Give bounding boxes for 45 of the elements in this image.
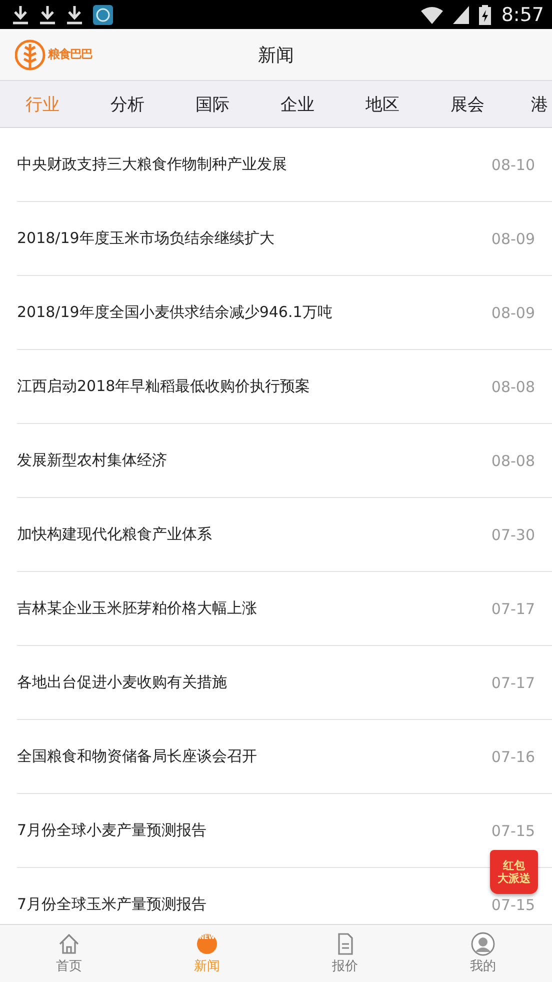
news-title[interactable]: 发展新型农村集体经济 (17, 451, 492, 470)
news-title[interactable]: 7月份全球玉米产量预测报告 (17, 895, 492, 914)
news-title[interactable]: 7月份全球小麦产量预测报告 (17, 821, 492, 840)
person-icon (471, 932, 495, 956)
news-title[interactable]: 中央财政支持三大粮食作物制种产业发展 (17, 155, 492, 174)
news-title[interactable]: 全国粮食和物资储备局长座谈会召开 (17, 747, 492, 766)
home-icon (57, 932, 81, 956)
download-icon (39, 4, 56, 24)
download-icon (12, 4, 29, 24)
nav-tab[interactable]: 报价 (276, 925, 414, 982)
logo-text: 粮食巴巴 (48, 46, 92, 63)
nav-tab[interactable]: 我的 (414, 925, 552, 982)
news-date: 08-10 (491, 156, 535, 174)
news-date: 07-15 (491, 822, 535, 840)
app-icon (93, 4, 113, 24)
news-date: 07-30 (491, 526, 535, 544)
signal-icon (453, 6, 470, 24)
category-tab[interactable]: 地区 (340, 81, 425, 127)
news-date: 07-16 (491, 748, 535, 766)
battery-icon (479, 4, 492, 24)
wifi-icon (421, 6, 444, 24)
news-title[interactable]: 2018/19年度全国小麦供求结余减少946.1万吨 (17, 303, 492, 322)
news-date: 07-17 (491, 600, 535, 618)
news-date: 07-15 (491, 896, 535, 914)
news-title[interactable]: 吉林某企业玉米胚芽粕价格大幅上涨 (17, 599, 492, 618)
news-badge-icon (195, 932, 219, 956)
news-title[interactable]: 江西启动2018年早籼稻最低收购价执行预案 (17, 377, 492, 396)
news-title[interactable]: 2018/19年度玉米市场负结余继续扩大 (17, 229, 492, 248)
category-tab[interactable]: 港 (510, 81, 548, 127)
news-title[interactable]: 各地出台促进小麦收购有关措施 (17, 673, 492, 692)
news-date: 07-17 (491, 674, 535, 692)
news-date: 08-08 (491, 452, 535, 470)
wheat-logo-icon (15, 38, 47, 72)
category-tab[interactable]: 国际 (170, 81, 255, 127)
nav-tab[interactable]: 首页 (0, 925, 138, 982)
category-tab[interactable]: 展会 (425, 81, 510, 127)
category-tab[interactable]: 分析 (85, 81, 170, 127)
download-icon (66, 4, 83, 24)
news-date: 08-09 (491, 304, 535, 322)
news-title[interactable]: 加快构建现代化粮食产业体系 (17, 525, 492, 544)
news-date: 08-09 (491, 230, 535, 248)
news-date: 08-08 (491, 378, 535, 396)
page-title: 新闻 (258, 44, 294, 66)
category-tab[interactable]: 企业 (255, 81, 340, 127)
clock-time: 8:57 (501, 4, 544, 26)
